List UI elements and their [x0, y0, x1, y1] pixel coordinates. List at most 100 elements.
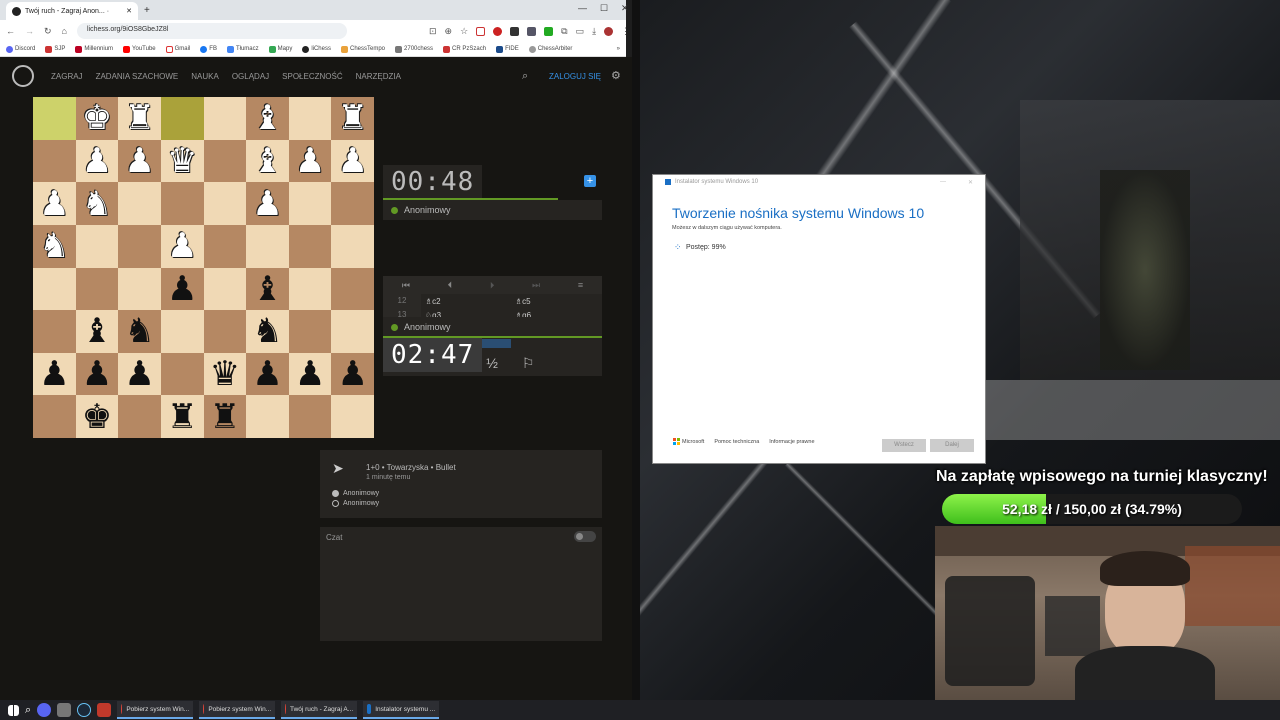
white-pawn-icon[interactable]: ♟	[337, 144, 367, 178]
bookmark-millennium[interactable]: Millennium	[75, 45, 113, 53]
browser-tab-active[interactable]: Twój ruch - Zagraj Anon... · ✕	[6, 2, 138, 20]
chat-toggle[interactable]	[574, 531, 596, 542]
lichess-logo-icon[interactable]	[12, 65, 34, 87]
download-extension-icon[interactable]	[544, 26, 554, 36]
prev-move-icon[interactable]: ⏴	[448, 280, 453, 291]
discord-taskbar-icon[interactable]	[37, 703, 52, 717]
self-player[interactable]: Anonimowy	[383, 317, 602, 337]
black-pawn-icon[interactable]: ♟	[82, 357, 112, 391]
board-square[interactable]	[203, 267, 247, 311]
install-app-icon[interactable]: ⊡	[429, 26, 437, 37]
board-square[interactable]	[160, 352, 204, 396]
first-move-icon[interactable]: ⏮	[402, 280, 410, 291]
board-square[interactable]: ♚	[75, 395, 119, 438]
bookmark-chesstempo[interactable]: ChessTempo	[341, 45, 385, 53]
board-square[interactable]: ♟	[160, 267, 204, 311]
gmail-extension-icon[interactable]	[476, 26, 486, 36]
bookmark-cr-pzszach[interactable]: CR PzSzach	[443, 45, 486, 53]
board-square[interactable]	[75, 224, 119, 268]
support-link[interactable]: Pomoc techniczna	[714, 439, 759, 445]
game-player-black[interactable]: Anonimowy	[332, 500, 379, 507]
white-pawn-icon[interactable]: ♟	[295, 144, 325, 178]
more-bookmarks-icon[interactable]: »	[617, 46, 620, 52]
board-square[interactable]: ♛	[160, 139, 204, 183]
taskbar-app-chrome-1[interactable]: Pobierz system Win...	[117, 701, 194, 719]
white-bishop-icon[interactable]: ♝	[252, 144, 282, 178]
bookmark-discord[interactable]: Discord	[6, 45, 35, 53]
nav-play[interactable]: ZAGRAJ	[51, 72, 83, 81]
black-queen-icon[interactable]: ♛	[210, 357, 240, 391]
opponent-player[interactable]: Anonimowy	[383, 200, 602, 220]
black-pawn-icon[interactable]: ♟	[252, 357, 282, 391]
board-square[interactable]: ♞	[246, 310, 289, 353]
blue-extension-icon[interactable]	[527, 26, 537, 36]
board-square[interactable]: ♜	[203, 395, 247, 438]
login-link[interactable]: ZALOGUJ SIĘ	[549, 72, 601, 81]
black-knight-icon[interactable]: ♞	[124, 314, 154, 348]
board-square[interactable]: ♜	[331, 97, 374, 140]
next-move-icon[interactable]: ⏵	[490, 280, 495, 291]
white-move[interactable]: ♗c2	[421, 297, 511, 306]
minimize-button[interactable]: —	[578, 3, 587, 13]
board-square[interactable]	[160, 310, 204, 353]
board-square[interactable]	[33, 139, 76, 183]
menu-icon[interactable]: ≡	[578, 280, 583, 290]
board-square[interactable]: ♝	[246, 97, 289, 140]
black-rook-icon[interactable]: ♜	[210, 400, 240, 434]
white-knight-icon[interactable]: ♞	[39, 229, 69, 263]
app-taskbar-icon[interactable]	[97, 703, 112, 717]
board-square[interactable]: ♞	[75, 182, 119, 225]
dark-extension-icon[interactable]	[510, 26, 520, 36]
bookmark-chessarbiter[interactable]: ChessArbiter	[528, 45, 572, 53]
bookmark-sjp[interactable]: SJP	[45, 45, 65, 53]
board-square[interactable]	[160, 97, 204, 140]
forward-icon[interactable]: →	[25, 26, 34, 36]
star-icon[interactable]: ☆	[460, 26, 468, 37]
installer-minimize-button[interactable]: —	[940, 179, 946, 185]
taskbar-app-chrome-3[interactable]: Twój ruch - Zagraj A...	[281, 701, 358, 719]
board-square[interactable]	[33, 267, 76, 311]
board-square[interactable]	[331, 395, 374, 438]
search-icon[interactable]: ⌕	[522, 70, 528, 83]
legal-link[interactable]: Informacje prawne	[769, 439, 814, 445]
board-square[interactable]	[288, 310, 332, 353]
nav-learn[interactable]: NAUKA	[191, 72, 219, 81]
board-square[interactable]: ♟	[33, 352, 76, 396]
board-square[interactable]	[118, 182, 161, 225]
board-square[interactable]: ♝	[75, 310, 119, 353]
close-window-button[interactable]: ✕	[621, 3, 629, 14]
black-pawn-icon[interactable]: ♟	[337, 357, 367, 391]
back-icon[interactable]: ←	[6, 26, 15, 36]
board-square[interactable]: ♟	[118, 139, 161, 183]
maximize-button[interactable]: ☐	[600, 3, 608, 14]
bookmark-2700chess[interactable]: 2700chess	[395, 45, 433, 53]
nav-watch[interactable]: OGLĄDAJ	[232, 72, 269, 81]
board-square[interactable]: ♚	[75, 97, 119, 140]
black-pawn-icon[interactable]: ♟	[124, 357, 154, 391]
taskbar-app-installer[interactable]: Instalator systemu ...	[363, 701, 440, 719]
board-square[interactable]	[288, 224, 332, 268]
black-bishop-icon[interactable]: ♝	[252, 272, 282, 306]
board-square[interactable]	[288, 267, 332, 311]
board-square[interactable]	[118, 224, 161, 268]
board-square[interactable]: ♝	[246, 267, 289, 311]
board-square[interactable]: ♟	[246, 352, 289, 396]
white-rook-icon[interactable]: ♜	[124, 101, 154, 135]
board-square[interactable]: ♟	[75, 352, 119, 396]
board-square[interactable]	[118, 395, 161, 438]
board-square[interactable]: ♛	[203, 352, 247, 396]
black-pawn-icon[interactable]: ♟	[39, 357, 69, 391]
red-extension-icon[interactable]	[493, 26, 503, 36]
board-square[interactable]	[203, 139, 247, 183]
nav-puzzles[interactable]: ZADANIA SZACHOWE	[96, 72, 179, 81]
white-knight-icon[interactable]: ♞	[82, 187, 112, 221]
board-square[interactable]: ♟	[118, 352, 161, 396]
cast-icon[interactable]: ▭	[576, 26, 585, 37]
resign-flag-icon[interactable]: ⚐	[522, 355, 535, 372]
bookmark-mapy[interactable]: Mapy	[268, 45, 292, 53]
white-queen-icon[interactable]: ♛	[167, 144, 197, 178]
search-icon[interactable]: ⌕	[25, 704, 31, 717]
black-bishop-icon[interactable]: ♝	[82, 314, 112, 348]
board-square[interactable]	[246, 395, 289, 438]
gear-icon[interactable]: ⚙	[611, 69, 621, 82]
